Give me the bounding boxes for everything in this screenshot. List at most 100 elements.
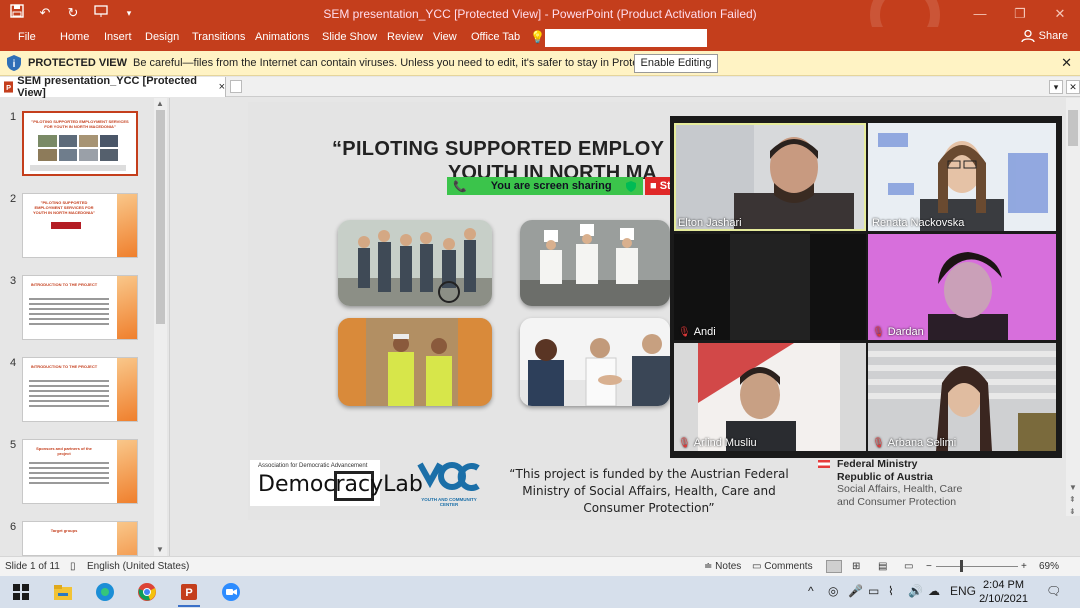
austrian-flag-icon xyxy=(818,460,830,468)
clock-date: 2/10/2021 xyxy=(979,593,1028,605)
windows-taskbar: P ^ ◎ 🎤 ▭ ⌇ 🔊 ☁ ENG 2:04 PM 2/10/2021 🗨 xyxy=(0,576,1080,608)
scroll-down-icon[interactable]: ▼ xyxy=(1069,483,1077,492)
participant-name: 🎙 Dardan xyxy=(872,326,924,338)
participant-video-renata[interactable]: Renata Nackovska xyxy=(868,123,1056,231)
close-tab-icon[interactable]: ✕ xyxy=(1066,80,1080,94)
document-tab[interactable]: P SEM presentation_YCC [Protected View] … xyxy=(0,75,226,99)
previous-slide-icon[interactable]: ⇞ xyxy=(1069,495,1076,504)
thumbnails-scrollbar[interactable]: ▲ ▼ xyxy=(154,98,167,556)
muted-mic-icon: 🎙 xyxy=(872,326,885,338)
microphone-icon[interactable]: 🎤 xyxy=(848,584,863,598)
language-indicator[interactable]: English (United States) xyxy=(87,561,189,572)
show-hidden-icons[interactable]: ^ xyxy=(808,584,814,598)
zoom-app-icon[interactable] xyxy=(220,581,242,603)
slide-sorter-icon[interactable]: ⊞ xyxy=(852,561,860,572)
thumb-number: 3 xyxy=(10,275,17,287)
file-explorer-icon[interactable] xyxy=(52,581,74,603)
language-switcher[interactable]: ENG xyxy=(950,584,976,598)
zoom-slider[interactable] xyxy=(936,566,1018,567)
slide-thumbnail-6[interactable]: Target groups xyxy=(22,521,138,556)
volume-icon[interactable]: 🔊 xyxy=(908,584,923,598)
tab-transitions[interactable]: Transitions xyxy=(192,31,245,43)
document-tab-close-icon[interactable]: × xyxy=(219,81,225,93)
enable-editing-button[interactable]: Enable Editing xyxy=(634,54,718,73)
zoom-slider-knob[interactable] xyxy=(960,560,963,572)
scroll-down-icon[interactable]: ▼ xyxy=(156,545,164,554)
tab-animations[interactable]: Animations xyxy=(255,31,309,43)
tab-list-dropdown-icon[interactable]: ▾ xyxy=(1049,80,1063,94)
notes-button[interactable]: ≐ Notes xyxy=(704,561,741,572)
tab-file[interactable]: File xyxy=(18,31,36,43)
tab-home[interactable]: Home xyxy=(60,31,89,43)
zoom-level[interactable]: 69% xyxy=(1039,561,1059,572)
zoom-in-icon[interactable]: + xyxy=(1021,561,1027,572)
next-slide-icon[interactable]: ⇟ xyxy=(1069,507,1076,516)
clock-time: 2:04 PM xyxy=(983,579,1025,591)
chrome-browser-icon[interactable] xyxy=(136,581,158,603)
slide-title-line-1: “PILOTING SUPPORTED EMPLOY xyxy=(332,138,665,160)
close-icon[interactable]: ✕ xyxy=(1061,55,1072,71)
spellcheck-icon[interactable]: ▯ xyxy=(70,561,76,572)
tab-office-tab[interactable]: Office Tab xyxy=(471,31,520,43)
normal-view-icon[interactable] xyxy=(826,560,842,573)
edge-browser-icon[interactable] xyxy=(94,581,116,603)
participant-video-elton[interactable]: Elton Jashari xyxy=(674,123,866,231)
network-icon[interactable]: ⌇ xyxy=(888,584,894,598)
tab-review[interactable]: Review xyxy=(387,31,423,43)
participant-video-dardan[interactable]: 🎙 Dardan xyxy=(868,234,1056,340)
battery-icon[interactable]: ▭ xyxy=(868,584,879,598)
share-button[interactable]: Share xyxy=(1020,29,1068,43)
muted-mic-icon: 🎙 xyxy=(872,437,885,449)
thumb-text-lines xyxy=(29,462,109,487)
participant-video-arlind[interactable]: 🎙 Arlind Musliu xyxy=(674,343,866,451)
screen-sharing-banner[interactable]: 📞 You are screen sharing xyxy=(447,177,643,195)
muted-mic-icon: 🎙 xyxy=(678,437,691,449)
thumb-title: "PILOTING SUPPORTED EMPLOYMENT SERVICES … xyxy=(32,200,96,215)
window-controls: — ❐ ✕ xyxy=(960,0,1080,27)
comments-button[interactable]: ▭ Comments xyxy=(752,561,813,572)
slide-thumbnail-4[interactable]: INTRODUCTION TO THE PROJECT xyxy=(22,357,138,422)
slide-thumbnail-1[interactable]: "PILOTING SUPPORTED EMPLOYMENT SERVICES … xyxy=(22,111,138,176)
ministry-line-4: and Consumer Protection xyxy=(837,495,957,508)
tab-slide-show[interactable]: Slide Show xyxy=(322,31,377,43)
windows-start-icon[interactable] xyxy=(10,581,32,603)
tab-insert[interactable]: Insert xyxy=(104,31,132,43)
scrollbar-thumb[interactable] xyxy=(1068,110,1078,146)
participant-video-arbana[interactable]: 🎙 Arbana Selimi xyxy=(868,343,1056,451)
austrian-ministry-logo: Federal Ministry Republic of Austria Soc… xyxy=(818,458,990,508)
thumb-text-lines xyxy=(29,380,109,410)
powerpoint-file-icon: P xyxy=(4,81,14,93)
thumb-orange-bar xyxy=(117,440,137,503)
participant-video-andi[interactable]: 🎙 Andi xyxy=(674,234,866,340)
restore-button[interactable]: ❐ xyxy=(1000,0,1040,27)
slide-thumbnail-3[interactable]: INTRODUCTION TO THE PROJECT xyxy=(22,275,138,340)
slideshow-view-icon[interactable]: ▭ xyxy=(904,561,913,572)
photo-handshake-meeting xyxy=(520,318,670,406)
stop-share-button[interactable]: ■ St xyxy=(645,177,671,195)
slide-thumbnail-2[interactable]: "PILOTING SUPPORTED EMPLOYMENT SERVICES … xyxy=(22,193,138,258)
person-icon xyxy=(1020,29,1035,43)
meet-now-icon[interactable]: ◎ xyxy=(828,584,838,598)
tab-design[interactable]: Design xyxy=(145,31,179,43)
onedrive-icon[interactable]: ☁ xyxy=(928,584,940,598)
new-tab-button[interactable] xyxy=(230,80,242,93)
slide-scrollbar[interactable]: ▼ ⇞ ⇟ xyxy=(1066,98,1080,516)
scrollbar-thumb[interactable] xyxy=(156,110,165,324)
zoom-out-icon[interactable]: − xyxy=(926,561,932,572)
system-clock[interactable]: 2:04 PM 2/10/2021 xyxy=(979,578,1028,606)
scroll-up-icon[interactable]: ▲ xyxy=(156,99,164,108)
svg-text:P: P xyxy=(185,587,192,599)
share-label: Share xyxy=(1038,30,1068,42)
powerpoint-app-icon[interactable]: P xyxy=(178,581,200,603)
democracylab-tagline: Association for Democratic Advancement xyxy=(258,463,368,469)
reading-view-icon[interactable]: ▤ xyxy=(878,561,887,572)
phone-icon: 📞 xyxy=(453,180,467,193)
minimize-button[interactable]: — xyxy=(960,0,1000,27)
notifications-icon[interactable]: 🗨 xyxy=(1046,584,1061,598)
tell-me-search-input[interactable] xyxy=(545,29,707,47)
slide-thumbnail-5[interactable]: Sponsors and partners of the project xyxy=(22,439,138,504)
svg-text:P: P xyxy=(6,83,11,92)
tab-view[interactable]: View xyxy=(433,31,457,43)
close-window-button[interactable]: ✕ xyxy=(1040,0,1080,27)
protected-view-message: Be careful—files from the Internet can c… xyxy=(133,57,689,69)
